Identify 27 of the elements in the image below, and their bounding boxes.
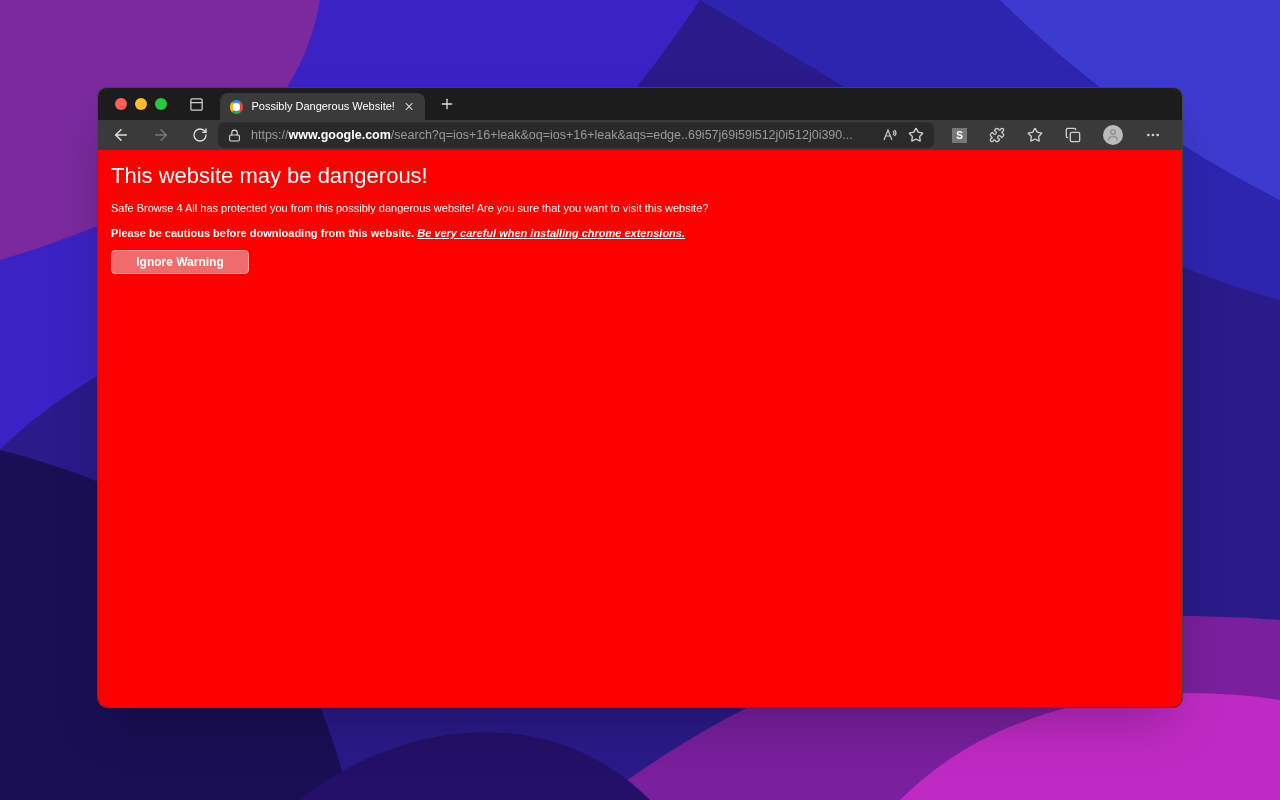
zoom-window-button[interactable]: [155, 98, 167, 110]
ignore-warning-button[interactable]: Ignore Warning: [111, 249, 249, 274]
warning-heading: This website may be dangerous!: [111, 162, 428, 190]
close-window-button[interactable]: [115, 98, 127, 110]
read-aloud-icon[interactable]: [882, 127, 898, 143]
warning-message: Safe Browse 4 All has protected you from this possibly dangerous website! Are you sure that you want to visit this website?: [111, 200, 709, 216]
reload-icon[interactable]: [192, 127, 208, 143]
extension-badge[interactable]: S: [952, 127, 967, 143]
tab-panel-icon[interactable]: [189, 96, 204, 112]
extensions-icon[interactable]: [989, 127, 1005, 143]
minimize-window-button[interactable]: [135, 98, 147, 110]
google-icon: [230, 99, 244, 114]
tab-title: Possibly Dangerous Website!: [251, 99, 395, 115]
address-bar[interactable]: https://www.google.com/search?q=ios+16+leak&oq=ios+16+leak&aqs=edge..69i57j69i59i512j0i512j0i390...: [218, 122, 934, 148]
back-icon[interactable]: [112, 126, 130, 144]
close-icon[interactable]: [402, 100, 415, 113]
url-text: https://www.google.com/search?q=ios+16+leak&oq=ios+16+leak&aqs=edge..69i57j69i59i512j0i512j0i390...: [251, 126, 854, 144]
new-tab-icon[interactable]: [439, 96, 455, 112]
extensions-link[interactable]: Be very careful when installing chrome extensions.: [417, 227, 685, 239]
profile-icon[interactable]: [1103, 125, 1123, 145]
caution-text: Please be cautious before downloading from this website. Be very careful when installing chrome extensions.: [111, 226, 685, 241]
add-favorite-icon[interactable]: [908, 127, 924, 143]
lock-icon: [228, 128, 241, 142]
browser-tab[interactable]: Possibly Dangerous Website!: [220, 93, 425, 120]
forward-icon[interactable]: [152, 126, 170, 144]
favorites-icon[interactable]: [1027, 127, 1043, 143]
collections-icon[interactable]: [1065, 127, 1081, 143]
